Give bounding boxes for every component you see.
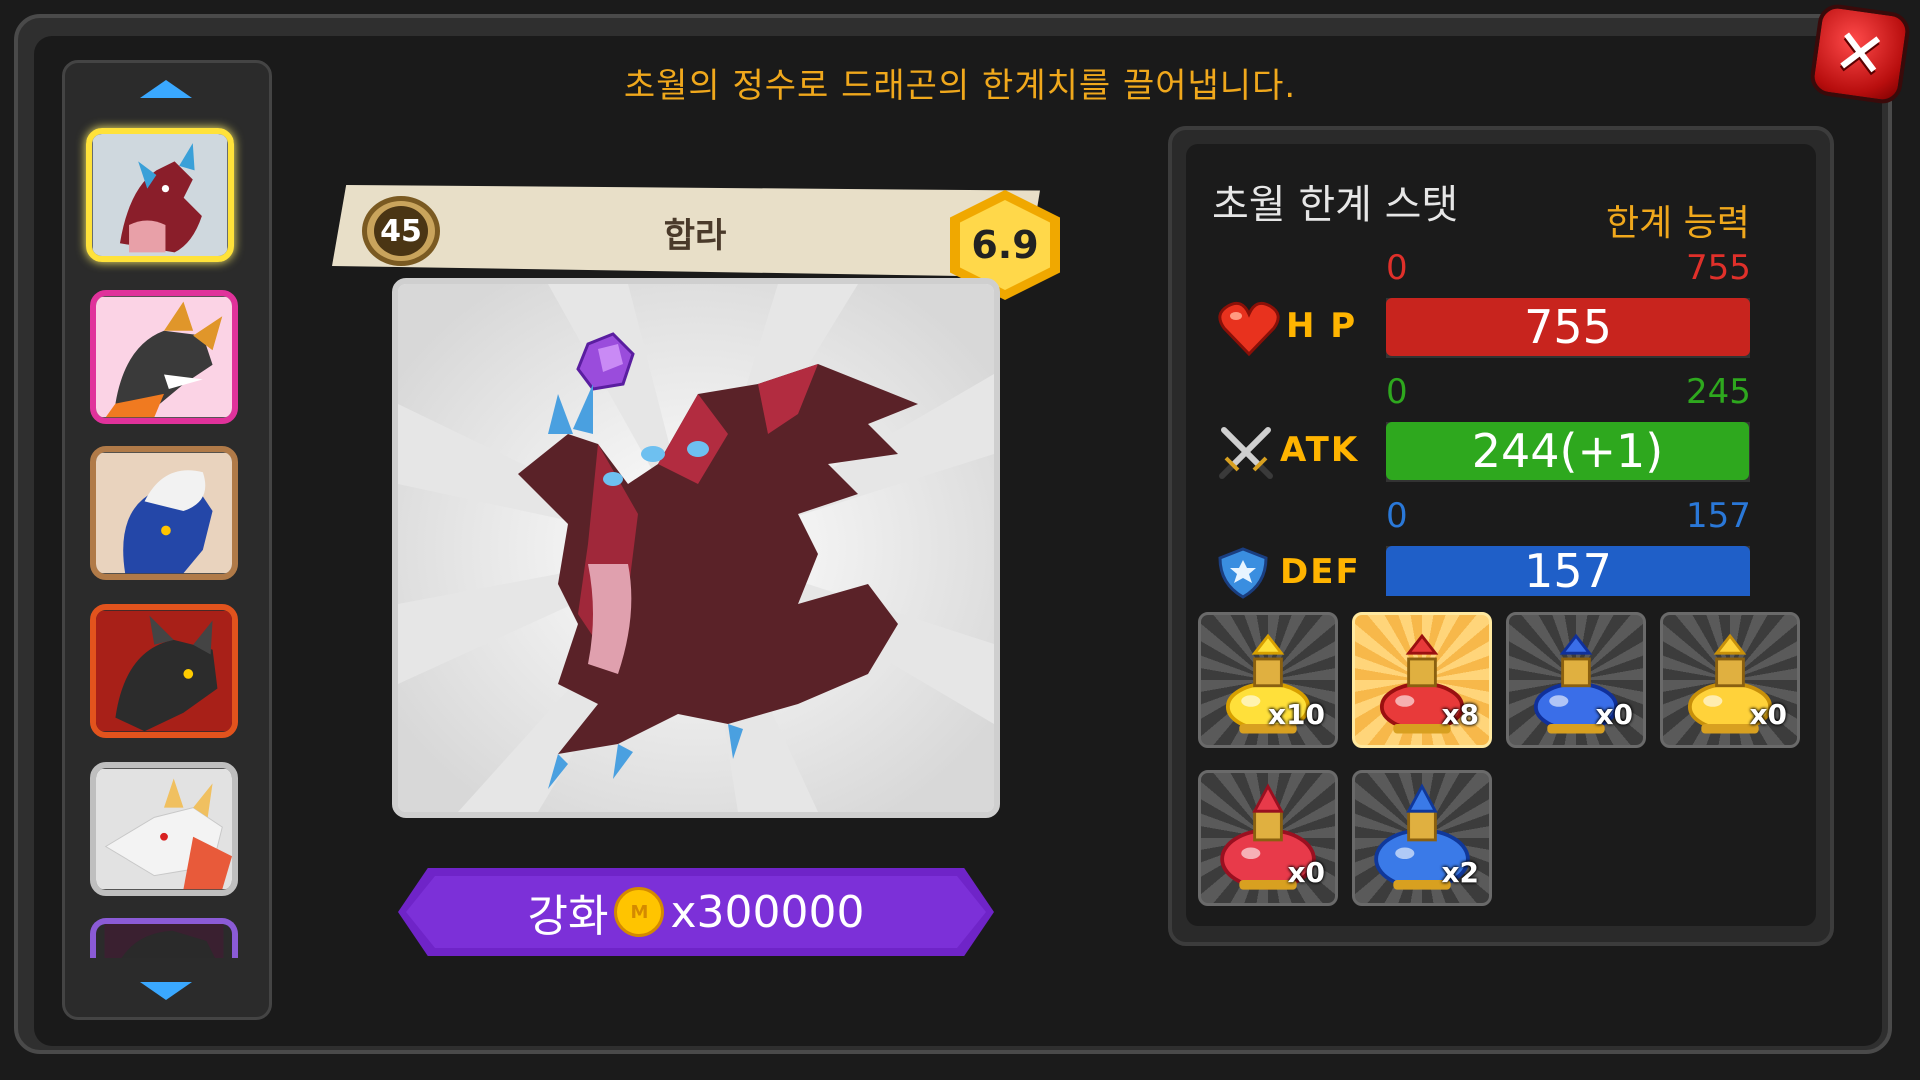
crossed-swords-icon xyxy=(1216,424,1276,480)
item-quantity: x0 xyxy=(1287,856,1325,889)
essence-item-blue-large[interactable]: x2 xyxy=(1352,770,1492,906)
level-value: 45 xyxy=(374,206,428,256)
atk-min: 0 xyxy=(1386,372,1408,412)
coin-icon: M xyxy=(614,887,665,937)
def-value: 157 xyxy=(1524,544,1612,598)
level-badge: 45 xyxy=(362,196,440,266)
instruction-text: 초월의 정수로 드래곤의 한계치를 끌어냅니다. xyxy=(623,66,1297,106)
upgrade-cost: x300000 xyxy=(670,886,865,938)
atk-value: 244(+1) xyxy=(1471,424,1664,478)
dragon-thumb-4[interactable] xyxy=(90,604,238,738)
dragon-thumb-6[interactable] xyxy=(90,918,238,958)
def-min: 0 xyxy=(1386,496,1408,536)
stats-title: 초월 한계 스탯 xyxy=(1212,182,1459,228)
item-quantity: x2 xyxy=(1441,856,1479,889)
dragon-thumb-5[interactable] xyxy=(90,762,238,896)
essence-item-red[interactable]: x8 xyxy=(1352,612,1492,748)
dragon-name: 합라 xyxy=(663,216,727,256)
scroll-down-arrow-icon[interactable] xyxy=(140,982,192,1000)
grade-value: 6.9 xyxy=(971,223,1039,267)
dragon-thumb-1[interactable] xyxy=(86,128,234,262)
close-icon: ✕ xyxy=(1829,13,1891,94)
def-bar: 157 xyxy=(1386,544,1750,598)
item-quantity: x10 xyxy=(1267,698,1325,731)
atk-label: ATK xyxy=(1280,430,1360,470)
hp-value: 755 xyxy=(1524,300,1612,354)
hp-label: H P xyxy=(1286,306,1358,346)
dragon-thumb-2[interactable] xyxy=(90,290,238,424)
item-quantity: x0 xyxy=(1749,698,1787,731)
essence-item-yellow[interactable]: x10 xyxy=(1198,612,1338,748)
upgrade-button[interactable]: 강화 M x300000 xyxy=(398,868,994,956)
dragon-thumb-3[interactable] xyxy=(90,446,238,580)
shield-icon xyxy=(1216,546,1270,600)
scroll-up-arrow-icon[interactable] xyxy=(140,80,192,98)
upgrade-label: 강화 xyxy=(527,891,609,942)
essence-item-gold[interactable]: x0 xyxy=(1660,612,1800,748)
item-quantity: x8 xyxy=(1441,698,1479,731)
stats-subtitle: 한계 능력 xyxy=(1606,203,1750,244)
atk-bar: 244(+1) xyxy=(1386,422,1749,480)
dragon-portrait xyxy=(392,278,1000,818)
def-max: 157 xyxy=(1686,496,1751,536)
dragon-image xyxy=(398,284,994,812)
close-button[interactable]: ✕ xyxy=(1808,2,1912,106)
hp-min: 0 xyxy=(1386,248,1408,288)
atk-max: 245 xyxy=(1686,372,1751,412)
def-label: DEF xyxy=(1280,552,1361,592)
essence-item-blue[interactable]: x0 xyxy=(1506,612,1646,748)
hp-max: 755 xyxy=(1686,248,1751,288)
hp-bar: 755 xyxy=(1386,298,1750,356)
item-quantity: x0 xyxy=(1595,698,1633,731)
essence-item-red-large[interactable]: x0 xyxy=(1198,770,1338,906)
heart-icon xyxy=(1218,300,1280,357)
